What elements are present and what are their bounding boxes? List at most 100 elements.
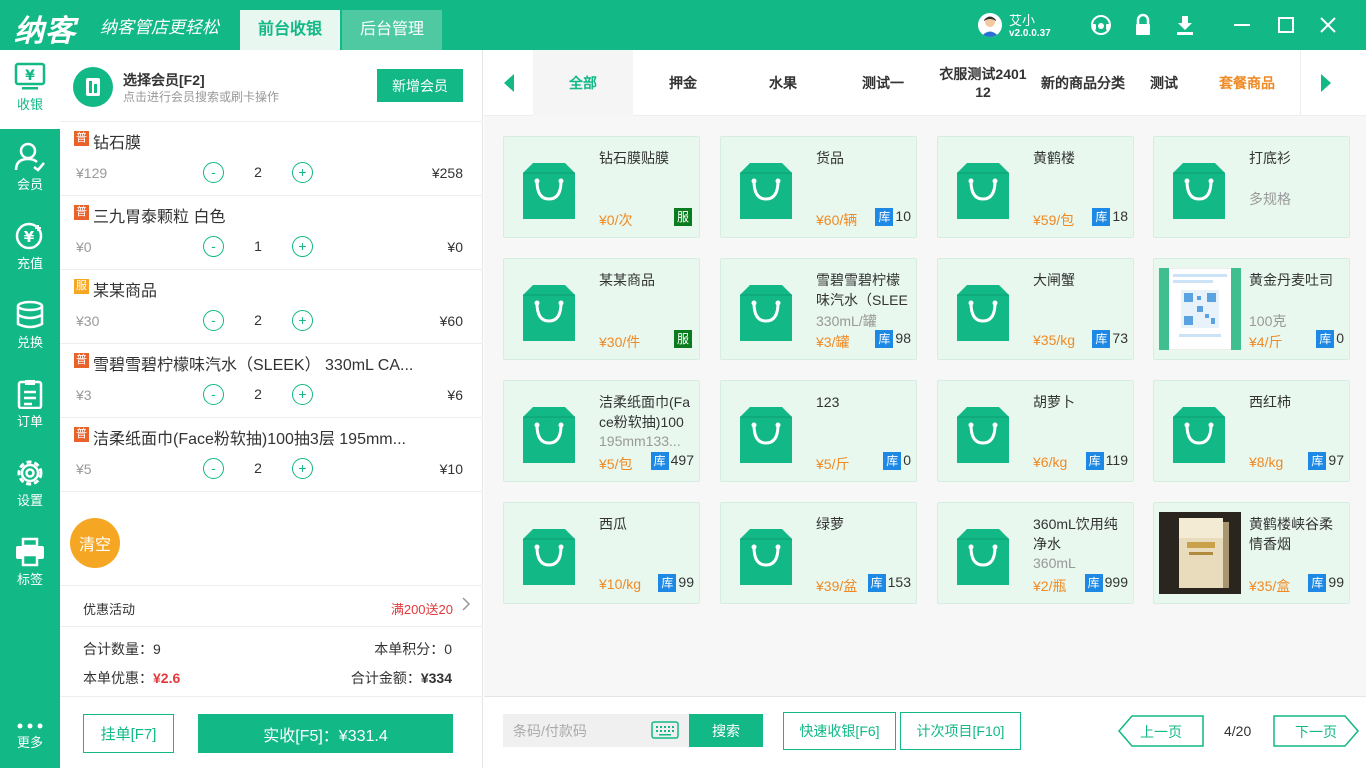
headset-icon[interactable] xyxy=(1089,13,1113,37)
count-items-button[interactable]: 计次项目[F10] xyxy=(900,712,1021,750)
add-member-button[interactable]: 新增会员 xyxy=(377,69,463,102)
qty-minus-button[interactable]: - xyxy=(203,236,224,257)
sidebar-item-label-print[interactable]: 标签 xyxy=(0,525,60,604)
sidebar-item-settings[interactable]: 设置 xyxy=(0,446,60,525)
clear-cart-button[interactable]: 清空 xyxy=(70,518,120,568)
product-price: ¥35/盒 xyxy=(1249,578,1291,594)
product-card[interactable]: 123 ¥5/斤 库 0 xyxy=(720,380,917,482)
product-stock: 库 999 xyxy=(1084,574,1128,592)
cart-item-total: ¥0 xyxy=(447,239,463,255)
cart-item-total: ¥258 xyxy=(431,165,463,181)
category-tab-combo[interactable]: 套餐商品 xyxy=(1195,50,1299,116)
minimize-icon[interactable] xyxy=(1230,13,1254,37)
product-price: ¥8/kg xyxy=(1249,454,1284,470)
product-card[interactable]: 西瓜 ¥10/kg 库 99 xyxy=(503,502,700,604)
category-tab[interactable]: 测试 xyxy=(1133,50,1195,116)
next-page-label: 下一页 xyxy=(1295,724,1337,740)
sidebar-item-recharge[interactable]: ¥ 充值 xyxy=(0,209,60,288)
product-card[interactable]: 雪碧雪碧柠檬味汽水（SLEE 330mL/罐 ¥3/罐 库 98 xyxy=(720,258,917,360)
download-icon[interactable] xyxy=(1173,13,1197,37)
product-card[interactable]: 360mL饮用纯净水 360mL ¥2/瓶 库 999 xyxy=(937,502,1134,604)
product-card[interactable]: 货品 ¥60/辆 库 10 xyxy=(720,136,917,238)
quick-checkout-button[interactable]: 快速收银[F6] xyxy=(783,712,896,750)
product-price: ¥4/斤 xyxy=(1249,334,1283,350)
cart-item-qty[interactable]: 2 xyxy=(246,312,270,328)
product-card[interactable]: 黄鹤楼 ¥59/包 库 18 xyxy=(937,136,1134,238)
product-stock: 库0 xyxy=(1316,330,1344,348)
qty-minus-button[interactable]: - xyxy=(203,310,224,331)
cart-item[interactable]: 普 三九胃泰颗粒 白色 ¥0 - 1 + ¥0 xyxy=(60,196,483,270)
category-tab[interactable]: 衣服测试240112 xyxy=(933,50,1033,116)
order-discount-value: ¥2.6 xyxy=(153,670,181,686)
product-card[interactable]: 钻石膜贴膜 ¥0/次 服 xyxy=(503,136,700,238)
category-tab[interactable]: 测试一 xyxy=(833,50,933,116)
cart-item-qty[interactable]: 2 xyxy=(246,386,270,402)
cart-item-qty[interactable]: 2 xyxy=(246,460,270,476)
stock-count: 0 xyxy=(903,452,911,468)
qty-plus-button[interactable]: + xyxy=(292,310,313,331)
product-spec: 195mm133... xyxy=(599,433,681,449)
top-bar: 纳客 纳客管店更轻松 前台收银 后台管理 艾小 v2.0.0.37 xyxy=(0,0,1366,50)
product-card[interactable]: 胡萝卜 ¥6/kg 库 119 xyxy=(937,380,1134,482)
qty-plus-button[interactable]: + xyxy=(292,162,313,183)
category-next-arrow[interactable] xyxy=(1300,50,1348,116)
product-card[interactable]: 黄金丹麦吐司 100克 ¥4/斤 库 0 xyxy=(1153,258,1350,360)
promotion-value: 满200送20 xyxy=(390,602,453,617)
product-card[interactable]: 黄鹤楼峡谷柔情香烟 ¥35/盒 库 99 xyxy=(1153,502,1350,604)
promotion-row[interactable]: 优惠活动 满200送20 xyxy=(60,585,483,627)
product-name: 胡萝卜 xyxy=(1033,394,1075,410)
shopping-bag-icon xyxy=(738,281,794,341)
shopping-bag-icon xyxy=(738,159,794,219)
category-tab[interactable]: 水果 xyxy=(733,50,833,116)
lock-icon[interactable] xyxy=(1131,13,1155,37)
pay-button[interactable]: 实收[F5]：¥331.4 xyxy=(198,714,453,753)
cart-item-qty[interactable]: 2 xyxy=(246,164,270,180)
order-points: 本单积分：0 xyxy=(374,639,452,659)
user-name: 艾小 xyxy=(1009,13,1036,28)
stock-badge: 库 xyxy=(1092,208,1111,226)
shopping-bag-icon xyxy=(955,525,1011,585)
keyboard-icon[interactable] xyxy=(651,720,679,740)
sidebar-item-member[interactable]: 会员 xyxy=(0,130,60,209)
category-tab-all[interactable]: 全部 xyxy=(533,50,633,116)
product-price: ¥39/盆 xyxy=(816,578,858,594)
qty-minus-button[interactable]: - xyxy=(203,162,224,183)
product-card[interactable]: 某某商品 ¥30/件 服 xyxy=(503,258,700,360)
cart-item[interactable]: 普 钻石膜 ¥129 - 2 + ¥258 xyxy=(60,122,483,196)
member-select[interactable]: 选择会员[F2] 点击进行会员搜索或刷卡操作 新增会员 xyxy=(60,50,483,122)
product-card[interactable]: 大闸蟹 ¥35/kg 库 73 xyxy=(937,258,1134,360)
hold-order-button[interactable]: 挂单[F7] xyxy=(83,714,174,753)
sidebar-item-exchange[interactable]: 兑换 xyxy=(0,288,60,367)
sidebar-item-cashier[interactable]: ¥ 收银 xyxy=(0,50,60,129)
product-card[interactable]: 绿萝 ¥39/盆库 153 xyxy=(720,502,917,604)
cart-item-qty[interactable]: 1 xyxy=(246,238,270,254)
close-icon[interactable] xyxy=(1316,13,1340,37)
sidebar-more[interactable]: 更多 xyxy=(0,722,60,751)
qty-plus-button[interactable]: + xyxy=(292,384,313,405)
product-card[interactable]: 打底衫 多规格 xyxy=(1153,136,1350,238)
search-button[interactable]: 搜索 xyxy=(689,714,763,747)
cart-item[interactable]: 普 洁柔纸面巾(Face粉软抽)100抽3层 195mm... ¥5 - 2 +… xyxy=(60,418,483,492)
shopping-bag-icon xyxy=(521,281,577,341)
qty-plus-button[interactable]: + xyxy=(292,236,313,257)
category-prev-arrow[interactable] xyxy=(484,50,532,116)
product-card[interactable]: 洁柔纸面巾(Face粉软抽)100 195mm133... ¥5/包 库 497 xyxy=(503,380,700,482)
product-price: ¥35/kg xyxy=(1033,332,1076,348)
app-logo: 纳客 xyxy=(14,14,76,49)
next-page-button[interactable]: 下一页 xyxy=(1273,715,1359,747)
tab-backend-admin[interactable]: 后台管理 xyxy=(342,10,442,50)
qty-plus-button[interactable]: + xyxy=(292,458,313,479)
qty-minus-button[interactable]: - xyxy=(203,458,224,479)
category-tab[interactable]: 新的商品分类 xyxy=(1033,50,1133,116)
cart-item[interactable]: 服 某某商品 ¥30 - 2 + ¥60 xyxy=(60,270,483,344)
product-card[interactable]: 西红柿 ¥8/kg 库 97 xyxy=(1153,380,1350,482)
sidebar-label: 设置 xyxy=(16,493,43,508)
cart-item[interactable]: 普 雪碧雪碧柠檬味汽水（SLEEK） 330mL CA... ¥3 - 2 + … xyxy=(60,344,483,418)
search-bar: 搜索 快速收银[F6] 计次项目[F10] 上一页 4/20 下一页 xyxy=(484,696,1366,768)
qty-minus-button[interactable]: - xyxy=(203,384,224,405)
tab-front-cashier[interactable]: 前台收银 xyxy=(240,10,340,50)
category-tab[interactable]: 押金 xyxy=(633,50,733,116)
prev-page-button[interactable]: 上一页 xyxy=(1118,715,1204,747)
maximize-icon[interactable] xyxy=(1274,13,1298,37)
sidebar-item-order[interactable]: 订单 xyxy=(0,367,60,446)
